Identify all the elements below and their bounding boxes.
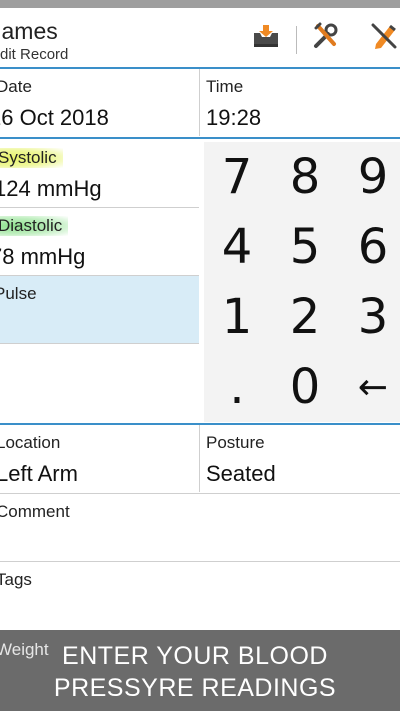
key-7[interactable]: 7 xyxy=(204,142,270,212)
date-value: 16 Oct 2018 xyxy=(0,105,109,130)
systolic-label: Systolic xyxy=(0,148,63,168)
systolic-field[interactable]: Systolic 124 mmHg xyxy=(0,140,199,207)
key-8[interactable]: 8 xyxy=(272,142,338,212)
time-value: 19:28 xyxy=(206,105,262,130)
posture-label: Posture xyxy=(206,433,265,452)
location-value: Left Arm xyxy=(0,461,78,486)
backspace-key[interactable]: ← xyxy=(340,352,400,422)
time-label: Time xyxy=(206,77,244,96)
pulse-field-content: Pulse xyxy=(0,276,199,343)
status-bar xyxy=(0,0,400,8)
key-2[interactable]: 2 xyxy=(272,282,338,352)
tools-icon xyxy=(312,22,340,55)
pulse-field[interactable]: Pulse xyxy=(0,276,199,343)
app-header: James Edit Record xyxy=(0,8,400,68)
key-4[interactable]: 4 xyxy=(204,212,270,282)
pulse-label: Pulse xyxy=(0,284,37,303)
key-9[interactable]: 9 xyxy=(340,142,400,212)
tags-field[interactable]: Tags xyxy=(0,562,400,629)
posture-field[interactable]: Posture Seated xyxy=(200,425,400,492)
save-button[interactable] xyxy=(248,21,284,55)
edit-button[interactable] xyxy=(366,21,400,55)
page-subtitle: Edit Record xyxy=(0,46,69,63)
diastolic-field[interactable]: Diastolic 78 mmHg xyxy=(0,208,199,275)
time-field[interactable]: Time 19:28 xyxy=(200,69,400,136)
tools-button[interactable] xyxy=(308,21,344,55)
location-field[interactable]: Location Left Arm xyxy=(0,425,199,492)
key-0[interactable]: 0 xyxy=(272,352,338,422)
key-decimal[interactable]: . xyxy=(204,352,270,422)
comment-label: Comment xyxy=(0,502,70,521)
key-6[interactable]: 6 xyxy=(340,212,400,282)
numeric-keypad: 7 8 9 4 5 6 1 2 3 . 0 ← xyxy=(204,142,400,422)
save-icon xyxy=(251,23,281,54)
header-divider xyxy=(296,26,297,54)
banner-line-2: PRESSYRE READINGS xyxy=(53,674,337,702)
diastolic-label: Diastolic xyxy=(0,216,69,236)
row-divider xyxy=(0,343,199,344)
date-label: Date xyxy=(0,77,32,96)
comment-field[interactable]: Comment xyxy=(0,494,400,561)
diastolic-value: 78 mmHg xyxy=(0,244,86,269)
instruction-banner: Weight ENTER YOUR BLOOD PRESSYRE READING… xyxy=(0,630,400,711)
posture-value: Seated xyxy=(206,461,276,486)
record-owner-title: James xyxy=(0,18,58,44)
edit-pencil-icon xyxy=(370,22,398,55)
tags-label: Tags xyxy=(0,570,32,589)
date-field[interactable]: Date 16 Oct 2018 xyxy=(0,69,199,136)
section-divider-line xyxy=(0,137,400,139)
banner-line-1: ENTER YOUR BLOOD xyxy=(62,642,328,670)
key-1[interactable]: 1 xyxy=(204,282,270,352)
location-label: Location xyxy=(0,433,61,452)
banner-message: ENTER YOUR BLOOD PRESSYRE READINGS xyxy=(0,640,390,704)
key-3[interactable]: 3 xyxy=(340,282,400,352)
systolic-value: 124 mmHg xyxy=(0,176,102,201)
key-5[interactable]: 5 xyxy=(272,212,338,282)
